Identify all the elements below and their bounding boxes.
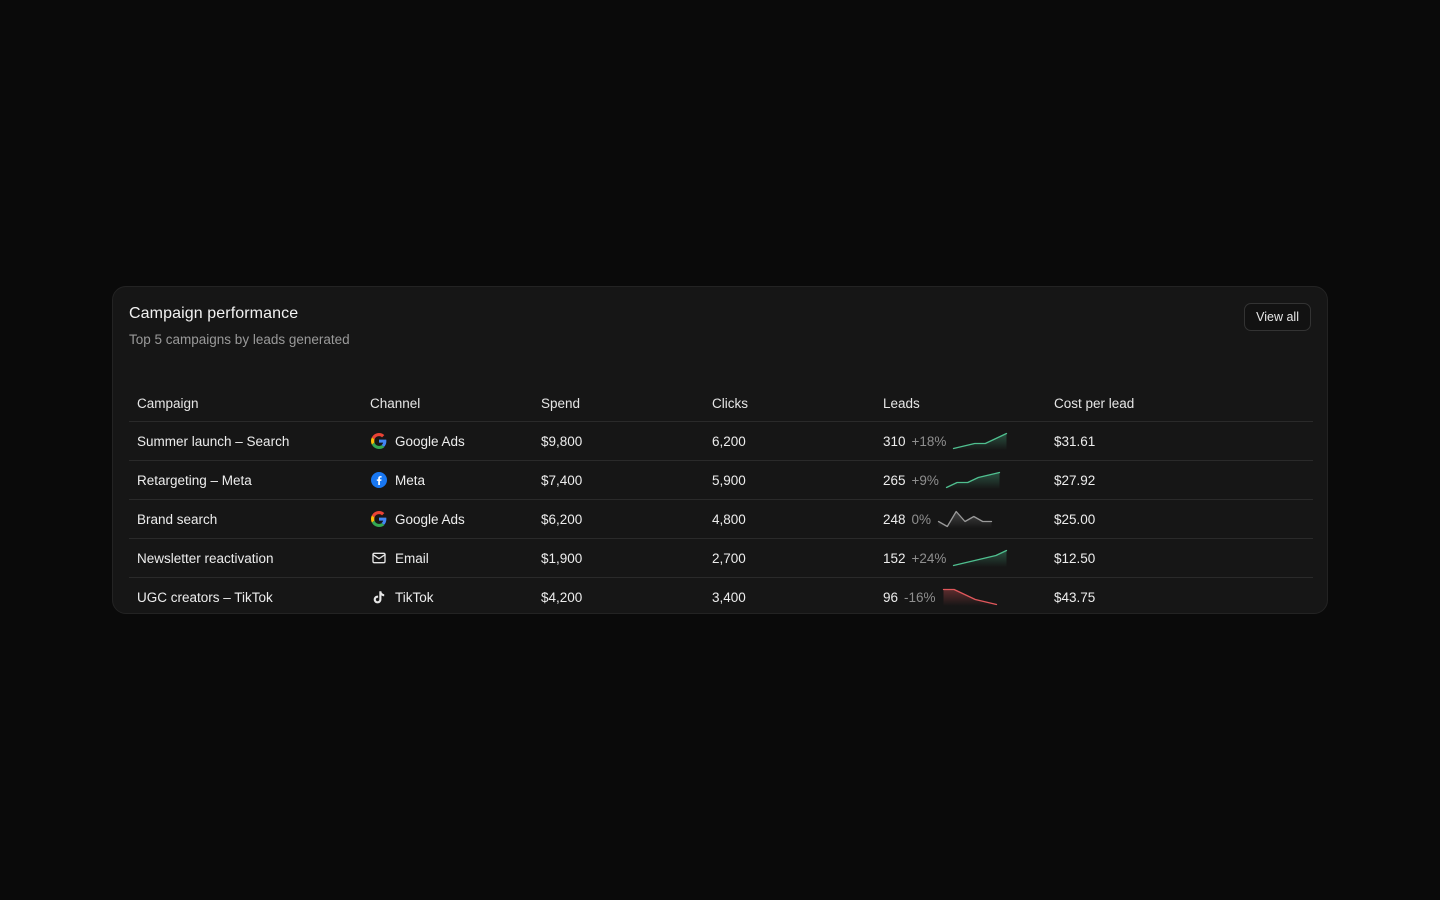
leads-change: +24%: [911, 550, 947, 566]
channel-name: Google Ads: [395, 511, 465, 527]
google-icon: [370, 511, 387, 528]
table-row[interactable]: Retargeting – Meta Meta $7,400 5,900 265…: [129, 460, 1313, 500]
channel-name: Google Ads: [395, 433, 465, 449]
campaign-table: Campaign Channel Spend Clicks Leads Cost…: [129, 385, 1313, 616]
leads-cell: 96 -16%: [875, 578, 1046, 617]
leads-sparkline: [953, 432, 1008, 450]
spend-value: $9,800: [533, 421, 704, 461]
leads-sparkline: [945, 471, 1001, 489]
card-title: Campaign performance: [129, 305, 299, 322]
clicks-value: 6,200: [704, 421, 875, 461]
campaign-name: Brand search: [129, 499, 362, 539]
channel-name: TikTok: [395, 589, 434, 605]
spend-value: $4,200: [541, 589, 583, 605]
leads-cell: 152 +24%: [875, 538, 1046, 578]
header-spend[interactable]: Spend: [533, 385, 704, 422]
channel-cell: Google Ads: [362, 421, 533, 461]
spend-value: $1,900: [533, 538, 704, 578]
mail-icon: [370, 550, 387, 567]
header-leads[interactable]: Leads: [875, 385, 1046, 422]
cost-per-lead-value: $12.50: [1046, 538, 1313, 578]
header-channel[interactable]: Channel: [362, 385, 533, 422]
leads-value: 248: [883, 511, 906, 527]
spend-value: $7,400: [533, 460, 704, 500]
channel-cell: TikTok: [362, 578, 533, 617]
cost-per-lead-value: $25.00: [1046, 499, 1313, 539]
clicks-value: 2,700: [704, 538, 875, 578]
tiktok-icon: [370, 589, 387, 606]
channel-cell: Meta: [362, 460, 533, 500]
table-row[interactable]: Brand search Google Ads $6,200 4,800 248…: [129, 499, 1313, 539]
header-campaign[interactable]: Campaign: [129, 385, 362, 422]
campaign-performance-card: Campaign performance Top 5 campaigns by …: [112, 286, 1328, 614]
google-icon: [370, 433, 387, 450]
leads-change: +9%: [911, 472, 939, 488]
channel-cell: Email: [362, 538, 533, 578]
header-cost-per-lead[interactable]: Cost per lead: [1046, 385, 1313, 422]
header-clicks[interactable]: Clicks: [704, 385, 875, 422]
channel-name: Email: [395, 550, 429, 566]
leads-sparkline: [953, 549, 1008, 567]
campaign-name: Retargeting – Meta: [129, 460, 362, 500]
card-subtitle: Top 5 campaigns by leads generated: [129, 332, 350, 347]
table-row[interactable]: Newsletter reactivation Email $1,900 2,7…: [129, 538, 1313, 578]
leads-value: 265: [883, 472, 906, 488]
leads-sparkline: [942, 588, 997, 606]
channel-name: Meta: [395, 472, 426, 488]
campaign-name: UGC creators – TikTok: [137, 589, 273, 605]
leads-change: 0%: [911, 511, 932, 527]
table-row[interactable]: Summer launch – Search Google Ads $9,800…: [129, 421, 1313, 461]
table-header-row: Campaign Channel Spend Clicks Leads Cost…: [129, 385, 1313, 422]
card-header: Campaign performance Top 5 campaigns by …: [129, 303, 1311, 385]
leads-change: +18%: [911, 433, 947, 449]
table-row[interactable]: UGC creators – TikTok TikTok $4,200 3,40…: [129, 578, 1313, 617]
leads-cell: 310 +18%: [875, 421, 1046, 461]
cost-per-lead-value: $43.75: [1054, 589, 1096, 605]
leads-cell: 265 +9%: [875, 460, 1046, 500]
leads-value: 152: [883, 550, 906, 566]
leads-cell: 248 0%: [875, 499, 1046, 539]
leads-value: 310: [883, 433, 906, 449]
facebook-icon: [370, 472, 387, 489]
clicks-value: 5,900: [704, 460, 875, 500]
spend-value: $6,200: [533, 499, 704, 539]
cost-per-lead-value: $31.61: [1046, 421, 1313, 461]
leads-value: 96: [883, 589, 899, 605]
view-all-button[interactable]: View all: [1244, 303, 1311, 331]
campaign-name: Summer launch – Search: [129, 421, 362, 461]
channel-cell: Google Ads: [362, 499, 533, 539]
cost-per-lead-value: $27.92: [1046, 460, 1313, 500]
leads-sparkline: [937, 510, 993, 528]
campaign-name: Newsletter reactivation: [129, 538, 362, 578]
clicks-value: 4,800: [704, 499, 875, 539]
leads-change: -16%: [904, 589, 936, 605]
clicks-value: 3,400: [712, 589, 746, 605]
